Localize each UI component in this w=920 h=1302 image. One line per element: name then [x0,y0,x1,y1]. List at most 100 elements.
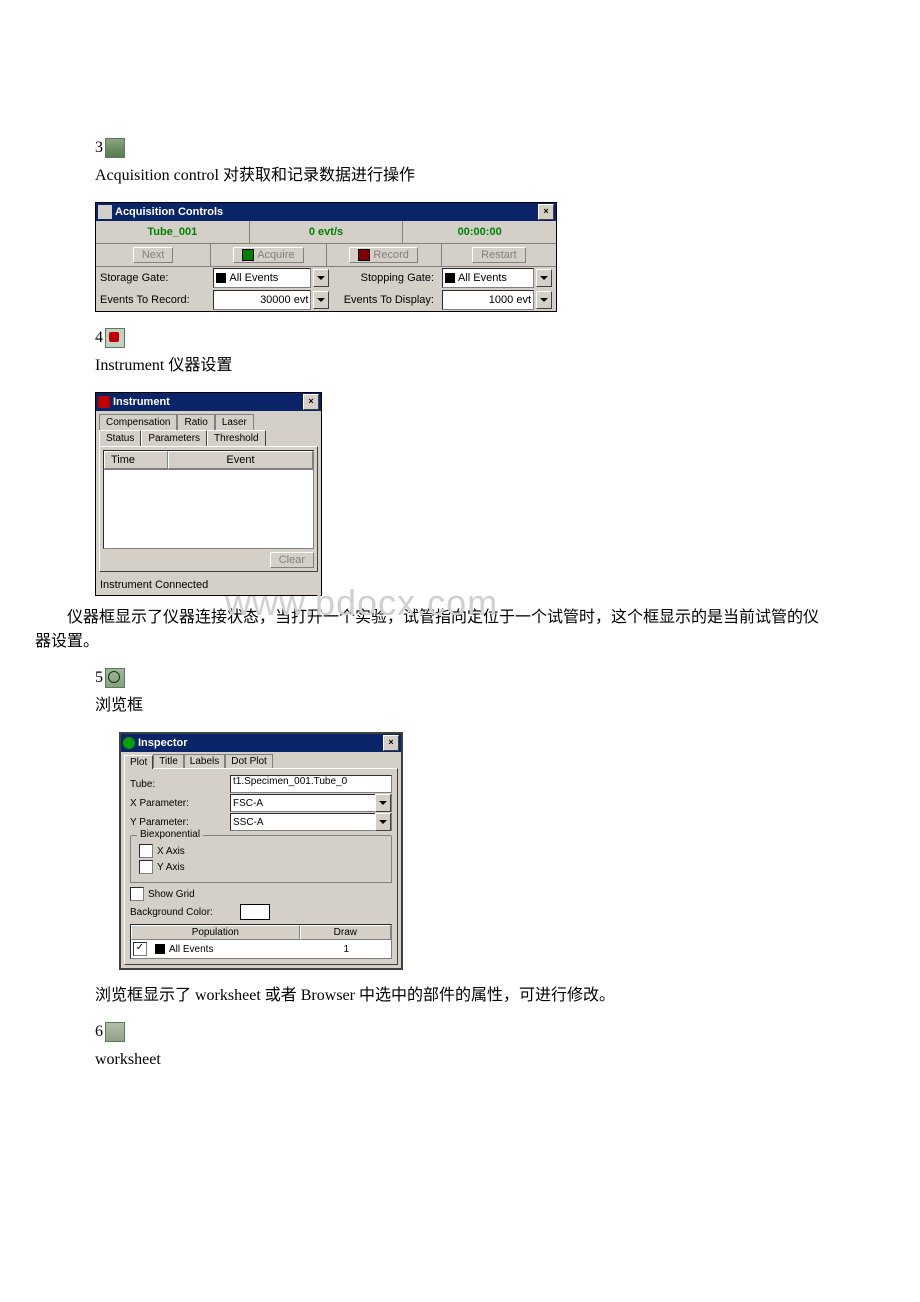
stopping-gate-color-icon [445,273,455,283]
y-parameter-dropdown[interactable]: SSC-A [230,813,392,831]
tab-threshold[interactable]: Threshold [207,430,265,446]
inspector-toolbar-icon [105,668,125,688]
insp-title-text: Inspector [138,737,188,749]
x-parameter-dropdown[interactable]: FSC-A [230,794,392,812]
x-axis-checkbox[interactable] [139,844,153,858]
instr-column-headers: Time Event [103,450,314,470]
section-5-marker: 5 [95,668,825,688]
population-draw-value: 1 [304,944,389,955]
y-axis-checkbox[interactable] [139,860,153,874]
chevron-down-icon[interactable] [313,269,329,287]
background-color-swatch[interactable] [240,904,270,920]
section-4-marker: 4 [95,328,825,348]
events-to-display-dropdown[interactable]: 1000 evt [442,290,534,310]
show-grid-label: Show Grid [148,889,195,900]
num-3: 3 [95,139,103,157]
chevron-down-icon[interactable] [536,291,552,309]
population-table: Population Draw All Events 1 [130,924,392,959]
storage-gate-color-icon [216,273,226,283]
instr-tabs-front: Status Parameters Threshold [96,430,321,446]
inspector-window: Inspector × Plot Title Labels Dot Plot T… [119,732,403,970]
instr-titlebar[interactable]: Instrument × [96,393,321,411]
section-3-text: Acquisition control 对获取和记录数据进行操作 [95,164,825,188]
tab-dot-plot[interactable]: Dot Plot [225,754,273,768]
y-parameter-label: Y Parameter: [130,817,230,828]
events-to-display-label: Events To Display: [333,294,438,306]
acq-title-text: Acquisition Controls [115,206,223,218]
acq-gate-row: Storage Gate: All Events Stopping Gate: … [96,267,556,289]
next-button[interactable]: Next [133,247,174,263]
insp-tabs: Plot Title Labels Dot Plot [121,752,401,768]
instr-title-text: Instrument [113,396,170,408]
table-row[interactable]: All Events 1 [133,942,389,956]
insp-body: Tube: t1.Specimen_001.Tube_0 X Parameter… [124,768,398,965]
worksheet-toolbar-icon [105,1022,125,1042]
tab-laser[interactable]: Laser [215,414,254,430]
show-grid-checkbox[interactable] [130,887,144,901]
acq-titlebar[interactable]: Acquisition Controls × [96,203,556,221]
restart-button[interactable]: Restart [472,247,525,263]
instrument-description: 仪器框显示了仪器连接状态，当打开一个实验，试管指向定位于一个试管时，这个框显示的… [35,606,825,654]
instrument-toolbar-icon [105,328,125,348]
draw-column-header[interactable]: Draw [300,925,391,940]
num-5: 5 [95,669,103,687]
tab-status[interactable]: Status [99,430,141,446]
num-4: 4 [95,329,103,347]
acquire-button[interactable]: Acquire [233,247,303,263]
population-row-checkbox[interactable] [133,942,147,956]
section-5-text: 浏览框 [95,694,825,718]
num-6: 6 [95,1023,103,1041]
record-icon [358,249,370,261]
close-icon[interactable]: × [303,394,319,410]
instr-tabs-back: Compensation Ratio Laser [96,411,321,430]
instrument-connection-status: Instrument Connected [96,575,321,595]
x-axis-cb-label: X Axis [157,846,185,857]
chevron-down-icon[interactable] [536,269,552,287]
instr-message-list [103,470,314,549]
inspector-description: 浏览框显示了 worksheet 或者 Browser 中选中的部件的属性，可进… [95,984,825,1008]
storage-gate-dropdown[interactable]: All Events [213,268,311,288]
events-to-record-dropdown[interactable]: 30000 evt [213,290,311,310]
instrument-window-icon [98,396,110,408]
stopping-gate-label: Stopping Gate: [333,272,438,284]
chevron-down-icon[interactable] [375,794,391,812]
close-icon[interactable]: × [383,735,399,751]
acq-status-row: Tube_001 0 evt/s 00:00:00 [96,221,556,244]
chevron-down-icon[interactable] [313,291,329,309]
population-color-icon [155,944,165,954]
col-event-header[interactable]: Event [168,451,313,469]
inspector-window-icon [123,737,135,749]
acq-window-icon [98,205,112,219]
acquire-icon [242,249,254,261]
tab-ratio[interactable]: Ratio [177,414,214,430]
acq-event-rate: 0 evt/s [250,221,404,243]
stopping-gate-dropdown[interactable]: All Events [442,268,534,288]
tube-field[interactable]: t1.Specimen_001.Tube_0 [230,775,392,793]
tab-labels[interactable]: Labels [184,754,225,768]
storage-gate-label: Storage Gate: [96,272,209,284]
background-color-label: Background Color: [130,907,240,918]
acquisition-controls-toolbar-icon [105,138,125,158]
y-axis-cb-label: Y Axis [157,862,185,873]
record-button[interactable]: Record [349,247,417,263]
insp-titlebar[interactable]: Inspector × [121,734,401,752]
col-time-header[interactable]: Time [104,451,168,469]
close-icon[interactable]: × [538,204,554,220]
acquisition-controls-window: Acquisition Controls × Tube_001 0 evt/s … [95,202,557,312]
acq-button-row: Next Acquire Record Restart [96,244,556,267]
biexponential-group: Biexponential X Axis Y Axis [130,835,392,883]
section-6-marker: 6 [95,1022,825,1042]
events-to-record-label: Events To Record: [96,294,209,306]
acq-events-row: Events To Record: 30000 evt Events To Di… [96,289,556,311]
chevron-down-icon[interactable] [375,813,391,831]
tab-plot[interactable]: Plot [124,755,153,769]
population-name: All Events [169,944,213,955]
tab-parameters[interactable]: Parameters [141,430,207,446]
tube-label: Tube: [130,779,230,790]
tab-compensation[interactable]: Compensation [99,414,177,430]
population-column-header[interactable]: Population [131,925,300,940]
clear-button[interactable]: Clear [270,552,314,568]
tab-title[interactable]: Title [153,754,184,768]
x-parameter-label: X Parameter: [130,798,230,809]
instrument-window: Instrument × Compensation Ratio Laser St… [95,392,322,596]
